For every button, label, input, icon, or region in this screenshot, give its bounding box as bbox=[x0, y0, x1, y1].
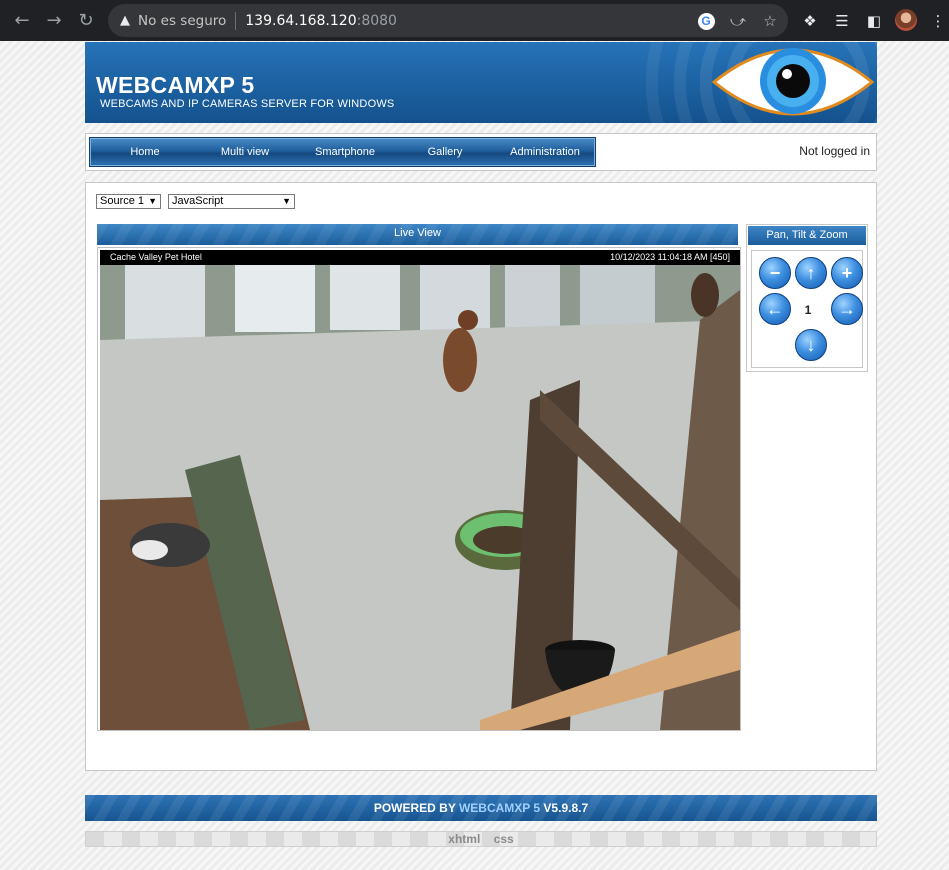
nav-gallery[interactable]: Gallery bbox=[395, 138, 495, 166]
camera-frame: Cache Valley Pet Hotel 10/12/2023 11:04:… bbox=[97, 247, 741, 731]
ptz-panel-title: Pan, Tilt & Zoom bbox=[748, 226, 866, 245]
mode-select[interactable]: JavaScript ▼ bbox=[168, 194, 295, 209]
navigation-bar: Home Multi view Smartphone Gallery Admin… bbox=[85, 133, 877, 171]
pan-right-icon[interactable]: → bbox=[831, 293, 863, 325]
main-menu: Home Multi view Smartphone Gallery Admin… bbox=[89, 137, 596, 167]
login-status: Not logged in bbox=[799, 144, 870, 158]
nav-home[interactable]: Home bbox=[95, 138, 195, 166]
camera-location-label: Cache Valley Pet Hotel bbox=[110, 252, 202, 262]
mode-select-value: JavaScript bbox=[172, 195, 224, 207]
footer-bar: POWERED BY WEBCAMXP 5 V5.9.8.7 bbox=[85, 795, 877, 821]
side-panel-icon[interactable]: ◧ bbox=[863, 10, 885, 32]
main-content: Source 1 ▼ JavaScript ▼ Live View Cache … bbox=[85, 182, 877, 771]
xhtml-link[interactable]: xhtml bbox=[448, 832, 480, 846]
ptz-preset-number: 1 bbox=[804, 303, 812, 317]
omnibox-divider bbox=[235, 11, 237, 30]
site-title: WEBCAMXP 5 bbox=[96, 72, 255, 98]
source-select-value: Source 1 bbox=[100, 195, 145, 207]
browser-chrome: ← → ↻ ▲ No es seguro 139.64.168.120:8080… bbox=[0, 0, 949, 41]
view-options: Source 1 ▼ JavaScript ▼ bbox=[96, 194, 295, 209]
google-lens-icon[interactable]: G bbox=[696, 11, 716, 31]
url-port[interactable]: :8080 bbox=[357, 13, 397, 29]
ptz-controls: − ↑ + ← 1 → ↓ bbox=[751, 250, 863, 368]
chevron-down-icon: ▼ bbox=[282, 196, 291, 206]
camera-scene bbox=[100, 250, 740, 730]
eye-logo-icon bbox=[711, 48, 875, 116]
camera-timestamp: 10/12/2023 11:04:18 AM [450] bbox=[610, 252, 730, 262]
zoom-in-icon[interactable]: + bbox=[831, 257, 863, 289]
nav-smartphone[interactable]: Smartphone bbox=[295, 138, 395, 166]
nav-administration[interactable]: Administration bbox=[495, 138, 595, 166]
camera-osd: Cache Valley Pet Hotel 10/12/2023 11:04:… bbox=[100, 250, 740, 265]
footer-brand-link[interactable]: WEBCAMXP 5 bbox=[459, 801, 540, 815]
security-label[interactable]: No es seguro bbox=[138, 13, 226, 29]
pan-left-icon[interactable]: ← bbox=[759, 293, 791, 325]
back-icon[interactable]: ← bbox=[9, 8, 35, 34]
nav-multi-view[interactable]: Multi view bbox=[195, 138, 295, 166]
profile-avatar[interactable] bbox=[895, 9, 917, 31]
zoom-out-icon[interactable]: − bbox=[759, 257, 791, 289]
share-icon[interactable]: ⤻ bbox=[728, 11, 748, 31]
site-header: WEBCAMXP 5 WEBCAMS AND IP CAMERAS SERVER… bbox=[85, 42, 877, 123]
source-select[interactable]: Source 1 ▼ bbox=[96, 194, 161, 209]
tilt-up-icon[interactable]: ↑ bbox=[795, 257, 827, 289]
reload-icon[interactable]: ↻ bbox=[73, 8, 99, 34]
footer-powered-by: POWERED BY bbox=[373, 801, 459, 815]
footer-version: V5.9.8.7 bbox=[540, 801, 589, 815]
address-bar[interactable]: ▲ No es seguro 139.64.168.120:8080 G ⤻ ☆ bbox=[108, 4, 788, 37]
bookmark-star-icon[interactable]: ☆ bbox=[760, 11, 780, 31]
ptz-panel: Pan, Tilt & Zoom − ↑ + ← 1 → ↓ bbox=[746, 224, 868, 372]
extensions-icon[interactable]: ❖ bbox=[799, 10, 821, 32]
forward-icon[interactable]: → bbox=[41, 8, 67, 34]
reading-list-icon[interactable]: ☰ bbox=[831, 10, 853, 32]
site-subtitle: WEBCAMS AND IP CAMERAS SERVER FOR WINDOW… bbox=[100, 98, 395, 110]
camera-feed-image: Cache Valley Pet Hotel 10/12/2023 11:04:… bbox=[100, 250, 740, 730]
tilt-down-icon[interactable]: ↓ bbox=[795, 329, 827, 361]
warning-icon: ▲ bbox=[120, 13, 130, 28]
url-host[interactable]: 139.64.168.120 bbox=[245, 13, 356, 29]
menu-kebab-icon[interactable]: ⋮ bbox=[927, 10, 949, 32]
css-link[interactable]: css bbox=[494, 832, 514, 846]
validation-links: xhtml css bbox=[85, 831, 877, 847]
live-view-header: Live View bbox=[97, 224, 738, 245]
chevron-down-icon: ▼ bbox=[148, 196, 157, 206]
